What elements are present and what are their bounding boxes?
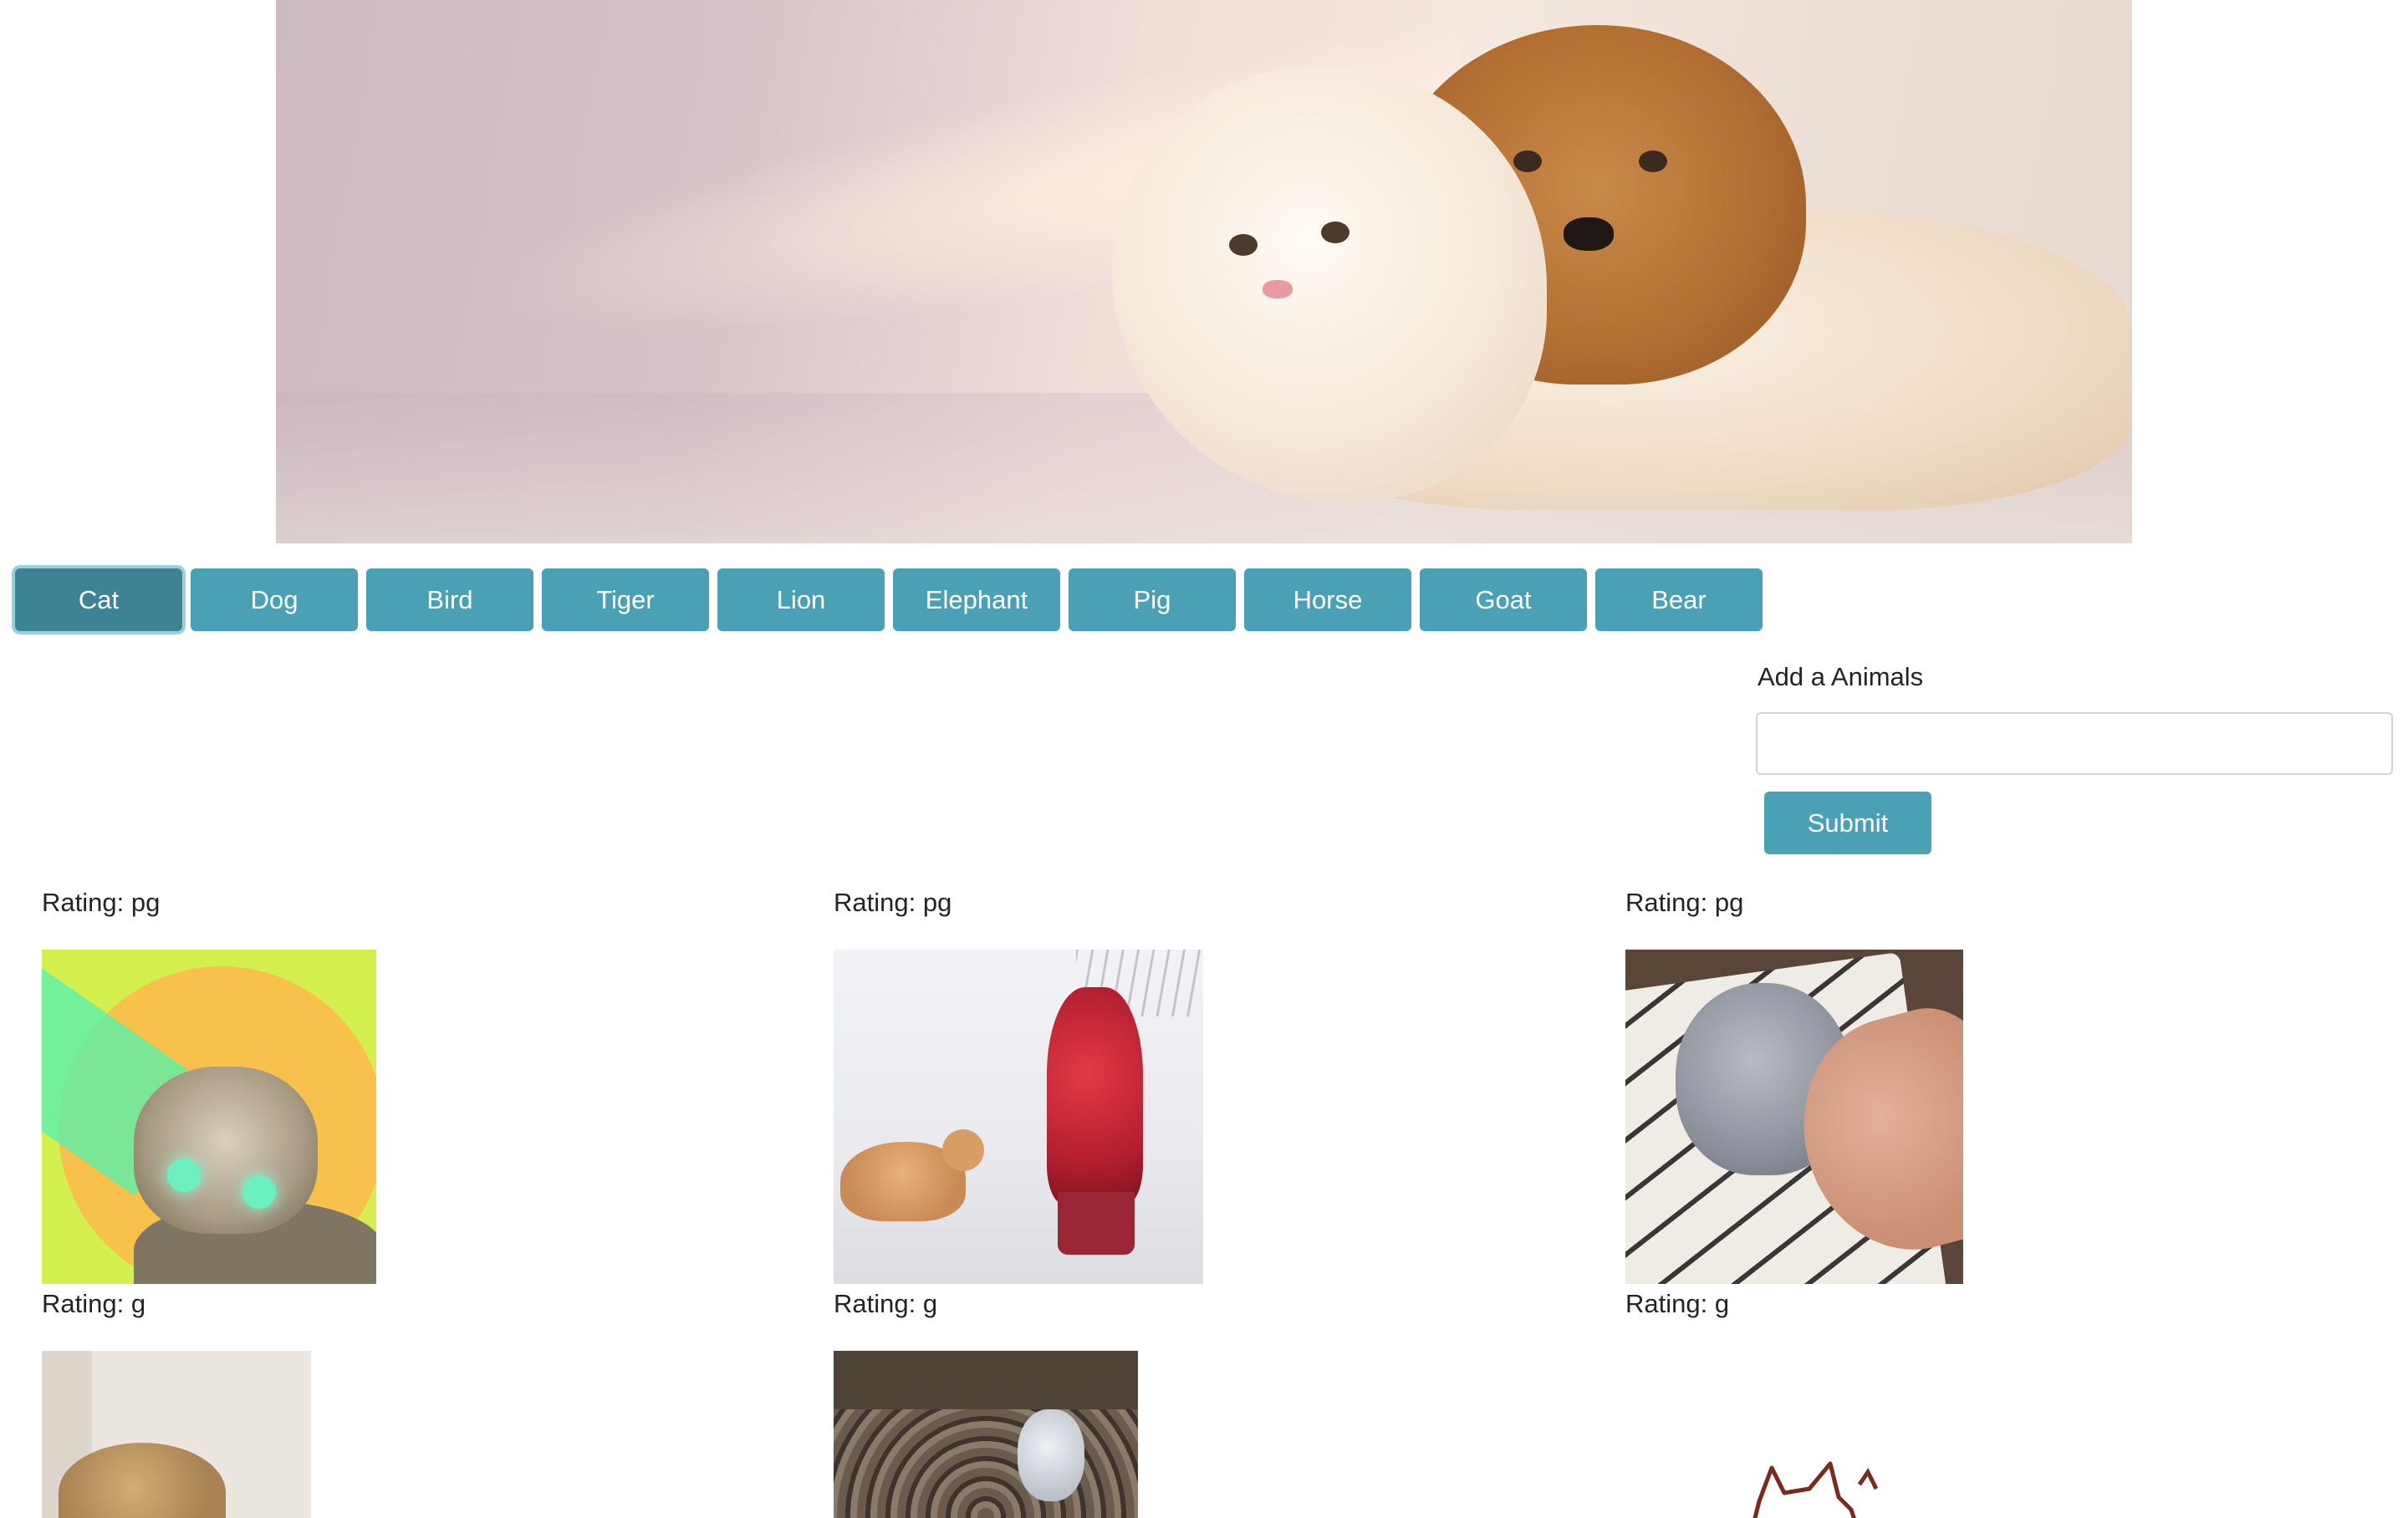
animal-button-pig[interactable]: Pig [1069, 568, 1236, 631]
gif-card: Rating: g [834, 1287, 1138, 1518]
banner-image [276, 0, 2132, 543]
gif-card: Rating: pg [834, 886, 1203, 1284]
gif-image[interactable] [1625, 1351, 1963, 1518]
gif-card: Rating: pg [1625, 886, 1963, 1284]
animal-button-goat[interactable]: Goat [1420, 568, 1587, 631]
animal-button-elephant[interactable]: Elephant [893, 568, 1060, 631]
sketch-cat-icon [1752, 1461, 1879, 1518]
gif-rating: Rating: pg [834, 888, 952, 917]
add-animal-label: Add a Animals [1758, 662, 1924, 691]
animal-button-bar: Cat Dog Bird Tiger Lion Elephant Pig Hor… [15, 568, 1763, 631]
puppy-eye [1639, 150, 1667, 172]
add-animal-form: Add a Animals Submit [1756, 660, 2393, 854]
gif-rating: Rating: g [834, 1289, 938, 1318]
puppy-eye [1513, 150, 1542, 172]
gif-rating: Rating: g [42, 1289, 146, 1318]
gif-rating: Rating: pg [1625, 888, 1744, 917]
gif-card: Rating: g [42, 1287, 311, 1518]
gif-image[interactable] [42, 1351, 311, 1518]
animal-button-horse[interactable]: Horse [1244, 568, 1411, 631]
kitten-eye [1321, 222, 1349, 243]
animal-button-lion[interactable]: Lion [717, 568, 885, 631]
gif-image[interactable] [834, 1351, 1138, 1518]
gif-rating: Rating: pg [42, 888, 161, 917]
gif-image[interactable] [1625, 950, 1963, 1284]
puppy-nose [1564, 217, 1614, 251]
animal-button-bird[interactable]: Bird [366, 568, 533, 631]
gif-image[interactable] [834, 950, 1203, 1284]
gif-rating: Rating: g [1625, 1289, 1730, 1318]
kitten-eye [1229, 234, 1258, 256]
animal-button-tiger[interactable]: Tiger [542, 568, 709, 631]
animal-button-bear[interactable]: Bear [1595, 568, 1763, 631]
gif-image[interactable] [42, 950, 376, 1284]
kitten-nose [1263, 280, 1293, 298]
submit-button[interactable]: Submit [1764, 792, 1931, 854]
gif-card: Rating: pg [42, 886, 376, 1284]
gif-card: Rating: g [1625, 1287, 1963, 1518]
animal-button-dog[interactable]: Dog [191, 568, 358, 631]
animal-button-cat[interactable]: Cat [15, 568, 182, 631]
add-animal-input[interactable] [1756, 712, 2393, 775]
